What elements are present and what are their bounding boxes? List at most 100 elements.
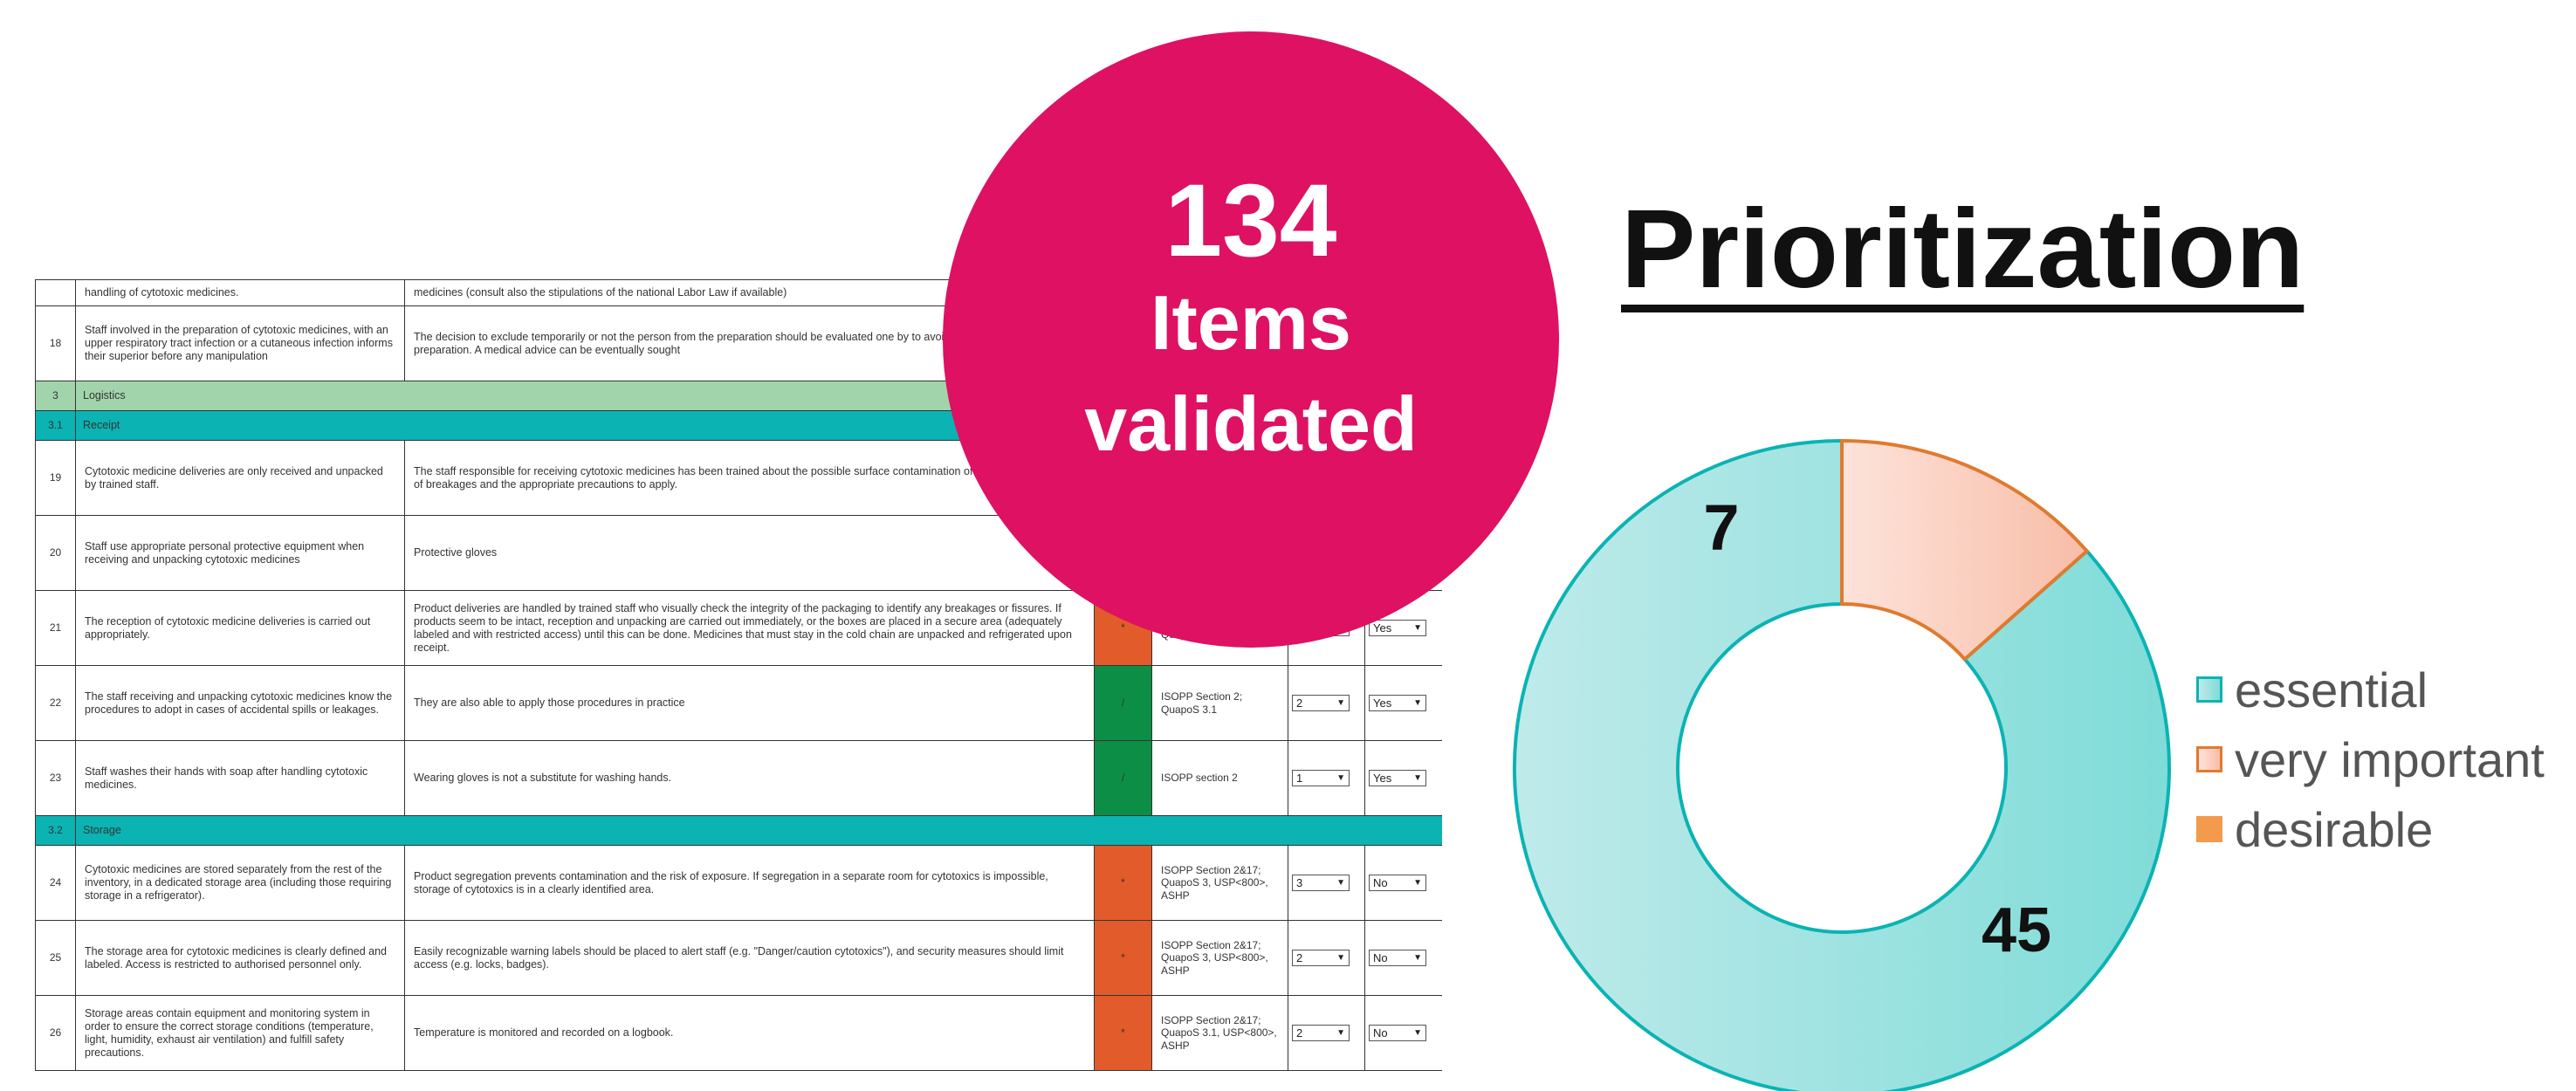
reference-text: ISOPP Section 2&17; QuapoS 3.1, USP<800>… bbox=[1151, 995, 1288, 1071]
legend-label: essential bbox=[2235, 662, 2428, 717]
comment-text: Protective gloves bbox=[404, 515, 1095, 591]
dropdown-arrow-icon: ▼ bbox=[1336, 1027, 1345, 1038]
dropdown-arrow-icon: ▼ bbox=[1413, 697, 1422, 708]
applicable-select[interactable]: Yes ▼ bbox=[1369, 770, 1426, 786]
priority-cell: * bbox=[1094, 920, 1152, 996]
legend-item-desirable: desirable bbox=[2196, 794, 2545, 864]
comment-text: Product segregation prevents contaminati… bbox=[404, 845, 1095, 921]
validated-count: 134 bbox=[1164, 162, 1337, 278]
select-value: 3 bbox=[1296, 875, 1303, 889]
select-value: 2 bbox=[1296, 950, 1303, 964]
criterion-text: The reception of cytotoxic medicine deli… bbox=[75, 590, 405, 666]
score-select[interactable]: 3 ▼ bbox=[1292, 875, 1350, 891]
data-label-very-important: 7 bbox=[1703, 491, 1739, 564]
select-cell: Yes ▼ bbox=[1364, 665, 1442, 741]
applicable-select[interactable]: No ▼ bbox=[1369, 875, 1426, 891]
reference-text: ISOPP section 2 bbox=[1151, 740, 1288, 816]
criterion-text: Cytotoxic medicine deliveries are only r… bbox=[75, 440, 405, 516]
select-cell: Yes ▼ bbox=[1364, 740, 1442, 816]
chart-legend: essential very important desirable bbox=[2196, 655, 2545, 864]
score-select[interactable]: 2 ▼ bbox=[1292, 950, 1350, 966]
validated-label-items: Items bbox=[1151, 278, 1351, 366]
select-cell: No ▼ bbox=[1364, 845, 1442, 921]
reference-text: ISOPP Section 2; QuapoS 3.1 bbox=[1151, 665, 1288, 741]
dropdown-arrow-icon: ▼ bbox=[1413, 622, 1422, 633]
criterion-text: Cytotoxic medicines are stored separatel… bbox=[75, 845, 405, 921]
score-select[interactable]: 1 ▼ bbox=[1292, 770, 1350, 786]
row-number: 19 bbox=[35, 440, 76, 516]
section-title: Storage bbox=[75, 815, 1442, 846]
dropdown-arrow-icon: ▼ bbox=[1336, 697, 1345, 708]
section-number: 3.2 bbox=[35, 815, 76, 846]
priority-cell: * bbox=[1094, 845, 1152, 921]
applicable-select[interactable]: Yes ▼ bbox=[1369, 695, 1426, 711]
comment-text: Easily recognizable warning labels shoul… bbox=[404, 920, 1095, 996]
row-number: 18 bbox=[35, 305, 76, 381]
dropdown-arrow-icon: ▼ bbox=[1336, 772, 1345, 783]
items-validated-badge: 134 Items validated bbox=[943, 31, 1559, 648]
row-number: 26 bbox=[35, 995, 76, 1071]
priority-cell: / bbox=[1094, 665, 1152, 741]
criterion-text: handling of cytotoxic medicines. bbox=[75, 279, 405, 306]
legend-label: very important bbox=[2235, 731, 2545, 787]
applicable-select[interactable]: No ▼ bbox=[1369, 1025, 1426, 1041]
score-select[interactable]: 2 ▼ bbox=[1292, 1025, 1350, 1041]
data-label-essential: 45 bbox=[1982, 895, 2051, 965]
select-value: 2 bbox=[1296, 1026, 1303, 1040]
dropdown-arrow-icon: ▼ bbox=[1336, 952, 1345, 963]
select-value: No bbox=[1373, 1026, 1388, 1040]
select-cell: 2 ▼ bbox=[1288, 995, 1365, 1071]
reference-text: ISOPP Section 2&17; QuapoS 3, USP<800>, … bbox=[1151, 845, 1288, 921]
section-number: 3 bbox=[35, 381, 76, 411]
legend-swatch bbox=[2196, 746, 2222, 772]
select-value: Yes bbox=[1373, 621, 1392, 635]
legend-item-essential: essential bbox=[2196, 655, 2545, 724]
dropdown-arrow-icon: ▼ bbox=[1413, 877, 1422, 888]
table-row: 25 The storage area for cytotoxic medicin… bbox=[35, 920, 1442, 996]
row-number bbox=[35, 279, 76, 306]
score-select[interactable]: 2 ▼ bbox=[1292, 695, 1350, 711]
row-number: 21 bbox=[35, 590, 76, 666]
select-value: No bbox=[1373, 875, 1388, 889]
comment-text: Product deliveries are handled by traine… bbox=[404, 590, 1095, 666]
applicable-select[interactable]: No ▼ bbox=[1369, 950, 1426, 966]
criterion-text: The storage area for cytotoxic medicines… bbox=[75, 920, 405, 996]
dropdown-arrow-icon: ▼ bbox=[1336, 877, 1345, 888]
dropdown-arrow-icon: ▼ bbox=[1413, 1027, 1422, 1038]
table-row: 24 Cytotoxic medicines are stored separat… bbox=[35, 845, 1442, 921]
comment-text: Wearing gloves is not a substitute for w… bbox=[404, 740, 1095, 816]
row-number: 22 bbox=[35, 665, 76, 741]
legend-swatch bbox=[2196, 816, 2222, 842]
select-value: 2 bbox=[1296, 696, 1303, 710]
row-number: 20 bbox=[35, 515, 76, 591]
criterion-text: Storage areas contain equipment and moni… bbox=[75, 995, 405, 1071]
chart-title: Prioritization bbox=[1621, 187, 2305, 312]
section-row: 3.2 Storage bbox=[35, 815, 1442, 846]
row-number: 23 bbox=[35, 740, 76, 816]
select-value: 1 bbox=[1296, 771, 1303, 785]
select-cell: 2 ▼ bbox=[1288, 665, 1365, 741]
select-cell: No ▼ bbox=[1364, 920, 1442, 996]
row-number: 24 bbox=[35, 845, 76, 921]
dropdown-arrow-icon: ▼ bbox=[1413, 952, 1422, 963]
section-number: 3.1 bbox=[35, 410, 76, 441]
priority-cell: * bbox=[1094, 995, 1152, 1071]
priority-cell: / bbox=[1094, 740, 1152, 816]
comment-text: They are also able to apply those proced… bbox=[404, 665, 1095, 741]
table-row: 26 Storage areas contain equipment and mo… bbox=[35, 995, 1442, 1071]
reference-text: ISOPP Section 2&17; QuapoS 3, USP<800>, … bbox=[1151, 920, 1288, 996]
select-value: Yes bbox=[1373, 696, 1392, 710]
legend-item-very-important: very important bbox=[2196, 724, 2545, 794]
select-value: No bbox=[1373, 950, 1388, 964]
legend-swatch bbox=[2196, 676, 2222, 703]
select-cell: 1 ▼ bbox=[1288, 740, 1365, 816]
comment-text: Temperature is monitored and recorded on… bbox=[404, 995, 1095, 1071]
applicable-select[interactable]: Yes ▼ bbox=[1369, 620, 1426, 636]
table-row: 22 The staff receiving and unpacking cyto… bbox=[35, 665, 1442, 741]
criterion-text: Staff use appropriate personal protectiv… bbox=[75, 515, 405, 591]
criterion-text: Staff washes their hands with soap after… bbox=[75, 740, 405, 816]
select-cell: No ▼ bbox=[1364, 995, 1442, 1071]
criterion-text: Staff involved in the preparation of cyt… bbox=[75, 305, 405, 381]
legend-label: desirable bbox=[2235, 801, 2434, 857]
table-row: 23 Staff washes their hands with soap aft… bbox=[35, 740, 1442, 816]
